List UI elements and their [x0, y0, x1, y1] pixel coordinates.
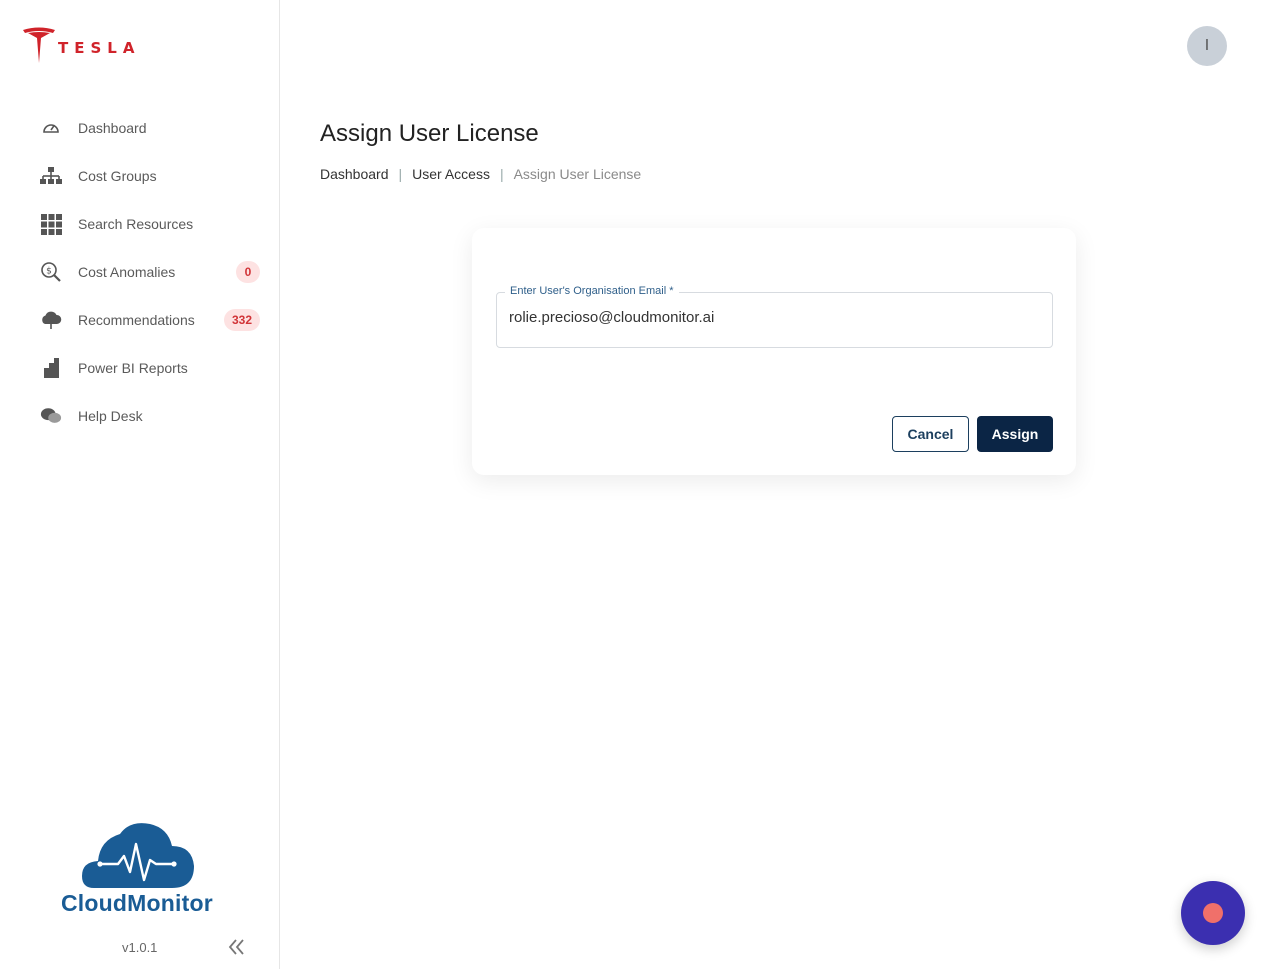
sidebar-item-label: Dashboard: [78, 120, 147, 136]
sidebar-item-power-bi-reports[interactable]: Power BI Reports: [0, 344, 280, 392]
dollar-search-icon: $: [40, 261, 62, 283]
page-title: Assign User License: [320, 120, 539, 147]
sidebar-item-dashboard[interactable]: Dashboard: [0, 104, 280, 152]
cloudmonitor-logo: CloudMonitor: [60, 818, 220, 918]
floating-action-button[interactable]: [1181, 881, 1245, 945]
breadcrumb: Dashboard | User Access | Assign User Li…: [320, 166, 641, 182]
grid-icon: [40, 213, 62, 235]
hierarchy-icon: [40, 165, 62, 187]
breadcrumb-separator: |: [499, 166, 504, 182]
email-input[interactable]: [509, 309, 1039, 326]
sidebar-item-search-resources[interactable]: Search Resources: [0, 200, 280, 248]
user-avatar[interactable]: I: [1187, 26, 1227, 66]
brand-wordmark: TESLA: [58, 39, 141, 57]
cloud-pulse-icon: [82, 823, 194, 888]
recommendations-count-badge: 332: [223, 309, 260, 331]
double-chevron-left-icon: [228, 939, 244, 955]
svg-text:$: $: [46, 267, 52, 277]
breadcrumb-separator: |: [398, 166, 403, 182]
breadcrumb-user-access[interactable]: User Access: [412, 166, 490, 182]
cloud-icon: [40, 309, 62, 331]
sidebar-item-recommendations[interactable]: Recommendations 332: [0, 296, 280, 344]
tesla-logo[interactable]: TESLA: [22, 26, 152, 66]
sidebar: TESLA Dashboard Cost Groups Search Resou…: [0, 0, 280, 969]
bar-chart-icon: [40, 357, 62, 379]
email-field[interactable]: Enter User's Organisation Email *: [496, 285, 1053, 348]
breadcrumb-dashboard[interactable]: Dashboard: [320, 166, 389, 182]
record-dot-icon: [1203, 903, 1223, 923]
sidebar-item-label: Recommendations: [78, 312, 195, 328]
sidebar-item-label: Power BI Reports: [78, 360, 188, 376]
sidebar-item-help-desk[interactable]: Help Desk: [0, 392, 280, 440]
sidebar-item-label: Cost Anomalies: [78, 264, 176, 280]
sidebar-item-cost-anomalies[interactable]: $ Cost Anomalies 0: [0, 248, 280, 296]
sidebar-nav: Dashboard Cost Groups Search Resources $…: [0, 104, 280, 440]
product-name: CloudMonitor: [61, 890, 213, 916]
sidebar-item-cost-groups[interactable]: Cost Groups: [0, 152, 280, 200]
sidebar-item-label: Cost Groups: [78, 168, 157, 184]
app-version: v1.0.1: [122, 940, 158, 955]
tesla-t-icon: [23, 27, 55, 63]
app-root: TESLA Dashboard Cost Groups Search Resou…: [0, 0, 1269, 969]
email-field-label: Enter User's Organisation Email *: [505, 285, 679, 297]
gauge-icon: [40, 117, 62, 139]
collapse-sidebar-button[interactable]: [226, 936, 248, 958]
assign-button[interactable]: Assign: [977, 416, 1053, 452]
anomaly-count-badge: 0: [236, 261, 260, 283]
chat-icon: [40, 405, 62, 427]
breadcrumb-current: Assign User License: [513, 166, 642, 182]
sidebar-item-label: Search Resources: [78, 216, 194, 232]
cancel-button[interactable]: Cancel: [892, 416, 969, 452]
sidebar-item-label: Help Desk: [78, 408, 143, 424]
assign-license-card: Enter User's Organisation Email * Cancel…: [472, 228, 1076, 475]
